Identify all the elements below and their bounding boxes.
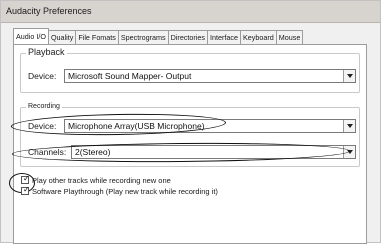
play-other-tracks-checkbox[interactable]: ✓	[21, 174, 30, 184]
audio-io-panel: Playback Device: Microsoft Sound Mapper-…	[9, 44, 367, 244]
window-title: Audacity Preferences	[6, 6, 92, 16]
playback-group-title: Playback	[26, 47, 67, 57]
checkmark-icon: ✓	[23, 174, 30, 183]
playback-device-dropdown[interactable]: Microsoft Sound Mapper- Output	[64, 69, 356, 83]
recording-group: Recording Device: Microphone Array(USB M…	[20, 103, 360, 167]
recording-channels-value: 2(Stereo)	[75, 147, 111, 157]
tab-interface[interactable]: Interface	[207, 30, 241, 44]
tab-keyboard[interactable]: Keyboard	[239, 30, 277, 44]
playback-device-label: Device:	[28, 71, 57, 81]
tab-spectrograms[interactable]: Spectrograms	[117, 30, 169, 44]
recording-device-value: Microphone Array(USB Microphone)	[68, 121, 205, 131]
play-other-tracks-label: Play other tracks while recording new on…	[32, 175, 171, 185]
recording-channels-dropdown[interactable]: 2(Stereo)	[71, 145, 356, 159]
playback-group: Playback Device: Microsoft Sound Mapper-…	[20, 47, 360, 93]
recording-group-title: Recording	[26, 103, 62, 110]
tab-bar: Audio I/O Quality File Fomats Spectrogra…	[13, 28, 304, 44]
software-playthrough-label: Software Playthrough (Play new track whi…	[32, 186, 218, 196]
tab-audio-io[interactable]: Audio I/O	[13, 28, 49, 44]
recording-device-label: Device:	[28, 121, 57, 131]
recording-channels-label: Channels:	[28, 147, 67, 157]
checkmark-icon: ✓	[23, 185, 30, 194]
tab-directories[interactable]: Directories	[167, 30, 208, 44]
preferences-window: Audacity Preferences Audio I/O Quality F…	[0, 0, 381, 244]
software-playthrough-checkbox[interactable]: ✓	[21, 185, 30, 195]
chevron-down-icon[interactable]	[343, 120, 355, 132]
tab-quality[interactable]: Quality	[47, 30, 77, 44]
chevron-down-icon[interactable]	[343, 70, 355, 82]
playback-device-value: Microsoft Sound Mapper- Output	[68, 71, 192, 81]
chevron-down-icon[interactable]	[343, 146, 355, 158]
tab-file-formats[interactable]: File Fomats	[75, 30, 119, 44]
recording-device-dropdown[interactable]: Microphone Array(USB Microphone)	[64, 119, 356, 133]
title-bar[interactable]: Audacity Preferences	[1, 1, 380, 23]
tab-mouse[interactable]: Mouse	[275, 30, 304, 44]
play-other-tracks-option[interactable]: ✓ Play other tracks while recording new …	[21, 174, 171, 185]
software-playthrough-option[interactable]: ✓ Software Playthrough (Play new track w…	[21, 185, 218, 196]
